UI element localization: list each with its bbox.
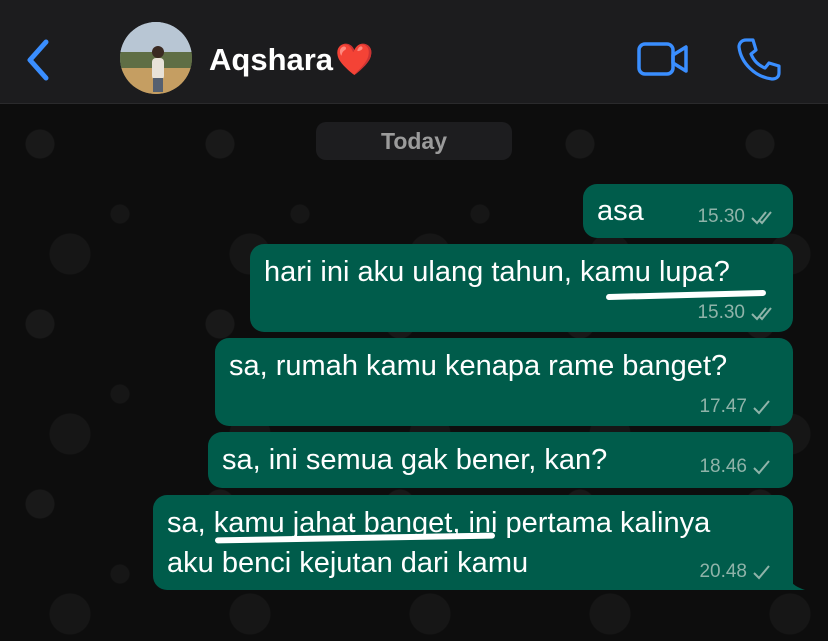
hand-drawn-underline — [605, 289, 767, 301]
message-time: 20.48 — [699, 561, 747, 582]
message-time: 17.47 — [699, 396, 747, 417]
bubble-tail — [785, 570, 805, 590]
video-camera-icon — [637, 42, 688, 76]
double-check-icon — [751, 305, 777, 321]
message-text-line2: aku benci kejutan dari kamu — [167, 547, 529, 579]
message-text: asa — [597, 195, 644, 227]
message-bubble-5[interactable]: sa, kamu jahat banget, ini pertama kalin… — [153, 495, 805, 590]
voice-call-button[interactable] — [736, 36, 782, 82]
message-bubble-1[interactable]: asa 15.30 — [583, 184, 793, 238]
message-time: 15.30 — [697, 302, 745, 323]
avatar[interactable] — [120, 22, 192, 94]
check-icon — [753, 459, 771, 475]
message-meta: 20.48 — [699, 561, 771, 583]
date-separator: Today — [316, 122, 512, 160]
message-time: 18.46 — [699, 456, 747, 477]
message-text: sa, ini semua gak bener, kan? — [222, 444, 608, 476]
back-button[interactable] — [22, 38, 58, 82]
phone-icon — [737, 38, 781, 81]
contact-name-text: Aqshara — [209, 42, 334, 77]
message-text: hari ini aku ulang tahun, kamu lupa? — [264, 256, 730, 288]
message-text: sa, rumah kamu kenapa rame banget? — [229, 350, 728, 382]
contact-name[interactable]: Aqshara❤️ — [209, 40, 374, 80]
check-icon — [753, 564, 771, 580]
chat-header: Aqshara❤️ — [0, 0, 828, 104]
message-meta: 18.46 — [699, 456, 771, 478]
message-meta: 17.47 — [699, 396, 771, 418]
chevron-left-icon — [27, 39, 49, 81]
message-time: 15.30 — [697, 206, 745, 227]
message-bubble-3[interactable]: sa, rumah kamu kenapa rame banget? 17.47 — [215, 338, 793, 426]
message-bubble-4[interactable]: sa, ini semua gak bener, kan? 18.46 — [208, 432, 793, 488]
message-bubble-2[interactable]: hari ini aku ulang tahun, kamu lupa? 15.… — [250, 244, 793, 332]
message-meta: 15.30 — [697, 302, 777, 324]
check-icon — [753, 399, 771, 415]
heart-emoji: ❤️ — [335, 42, 374, 77]
double-check-icon — [751, 209, 777, 225]
message-meta: 15.30 — [697, 206, 777, 228]
avatar-photo — [120, 22, 192, 94]
video-call-button[interactable] — [636, 38, 690, 80]
